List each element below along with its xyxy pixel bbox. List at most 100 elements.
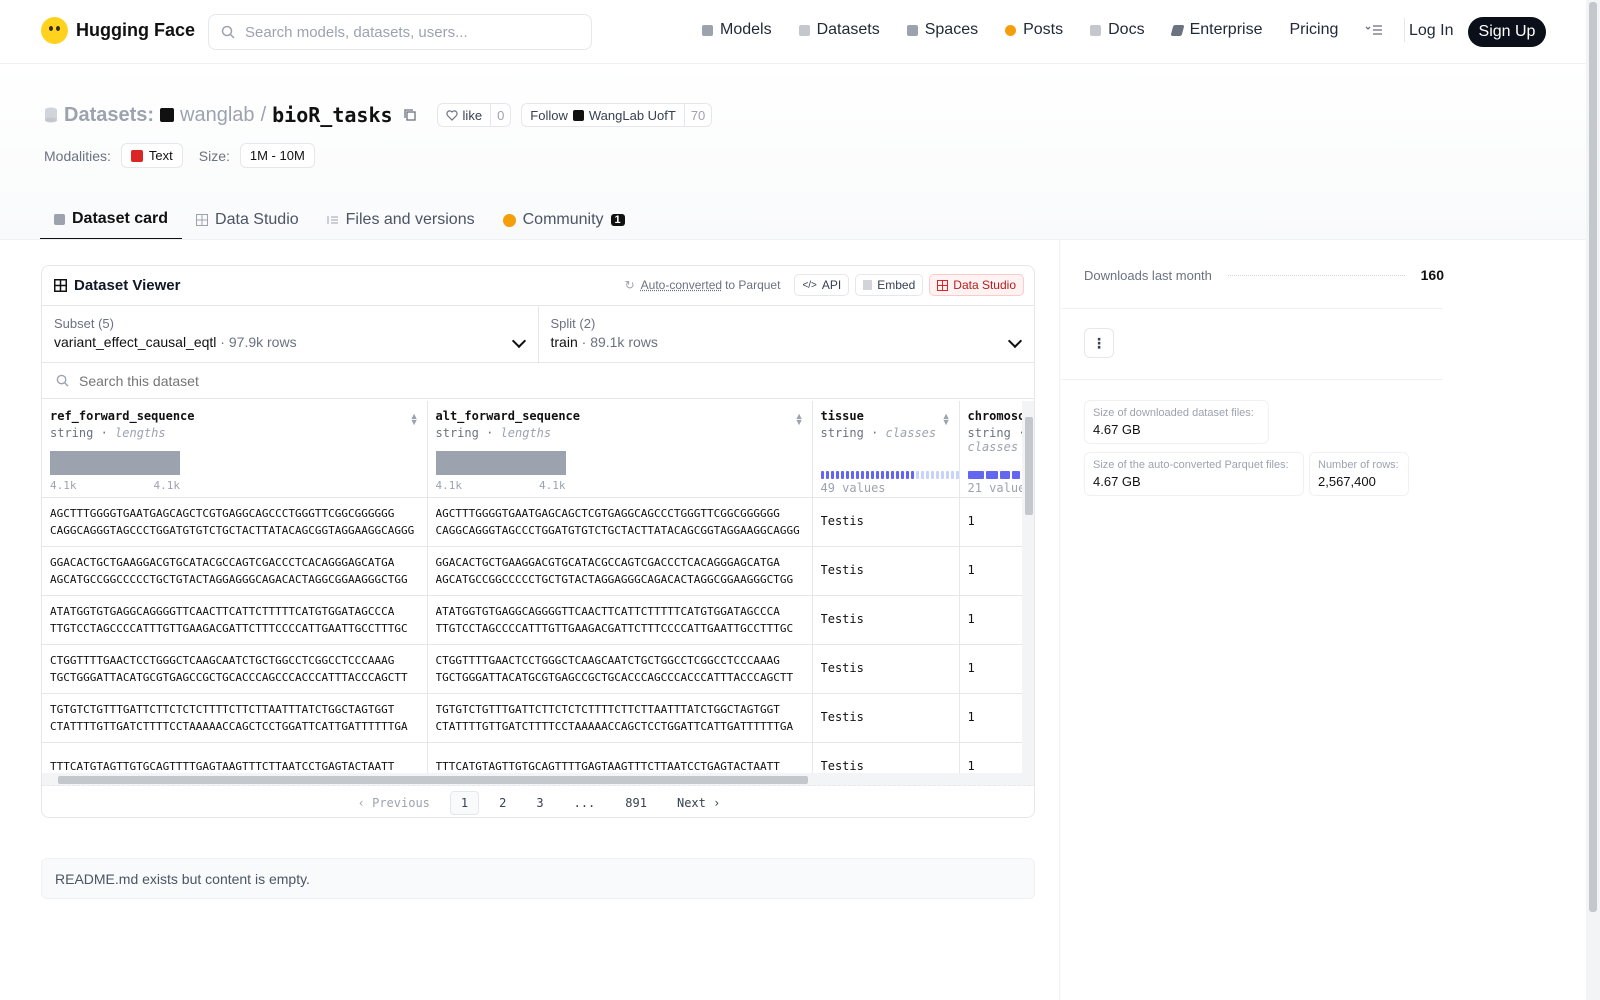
cell-text: Testis — [820, 514, 864, 528]
follow-button[interactable]: Follow WangLab UofT 70 — [521, 103, 713, 127]
tab-dataset-card[interactable]: Dataset card — [40, 200, 183, 240]
auto-converted-link[interactable]: Auto-converted — [641, 278, 722, 292]
table-cell[interactable]: Testis — [812, 693, 960, 743]
nav-pricing[interactable]: Pricing — [1289, 21, 1338, 39]
dataset-search-input[interactable] — [79, 372, 479, 389]
length-histogram[interactable] — [435, 451, 566, 475]
scroll-thumb[interactable] — [1589, 2, 1597, 912]
class-segment — [860, 471, 864, 479]
breadcrumb-org[interactable]: wanglab — [180, 104, 255, 127]
column-header-alt-forward-sequence[interactable]: alt_forward_sequence string · lengths 4.… — [427, 401, 813, 498]
table-cell[interactable]: Testis — [812, 742, 960, 773]
table-cell[interactable]: 1 — [959, 546, 1022, 596]
page-2-button[interactable]: 2 — [489, 792, 516, 814]
table-row[interactable]: TTTCATGTAGTTGTGCAGTTTTGAGTAAGTTTCTTAATCC… — [42, 742, 1022, 773]
nav-datasets[interactable]: Datasets — [798, 21, 880, 39]
table-cell[interactable]: TTTCATGTAGTTGTGCAGTTTTGAGTAAGTTTCTTAATCC… — [42, 742, 428, 773]
table-row[interactable]: CTGGTTTTGAACTCCTGGGCTCAAGCAATCTGCTGGCCTC… — [42, 644, 1022, 694]
table-cell[interactable]: 1 — [959, 644, 1022, 694]
table-cell[interactable]: AGCTTTGGGGTGAATGAGCAGCTCGTGAGGCAGCCCTGGG… — [427, 497, 813, 547]
column-stat: classes — [967, 440, 1019, 454]
dataset-tabs: Dataset card Data Studio Files and versi… — [40, 200, 639, 240]
table-cell[interactable]: Testis — [812, 497, 960, 547]
table-cell[interactable]: 1 — [959, 742, 1022, 773]
hist-min: 4.1k — [435, 479, 463, 492]
table-cell[interactable]: CTGGTTTTGAACTCCTGGGCTCAAGCAATCTGCTGGCCTC… — [427, 644, 813, 694]
scroll-thumb[interactable] — [1025, 417, 1033, 515]
nav-models[interactable]: Models — [702, 21, 772, 39]
table-cell[interactable]: TGTGTCTGTTTGATTCTTCTCTCTTTTCTTCTTAATTTAT… — [42, 693, 428, 743]
dataset-name[interactable]: bioR_tasks — [272, 103, 392, 127]
subset-label: Subset (5) — [54, 316, 114, 331]
length-histogram[interactable] — [50, 451, 180, 475]
table-cell[interactable]: Testis — [812, 644, 960, 694]
table-cell[interactable]: 1 — [959, 497, 1022, 547]
table-horizontal-scrollbar[interactable] — [42, 773, 1034, 786]
class-segment — [845, 471, 849, 479]
tab-files[interactable]: Files and versions — [313, 200, 489, 240]
scroll-thumb[interactable] — [58, 776, 808, 784]
column-header-ref-forward-sequence[interactable]: ref_forward_sequence string · lengths 4.… — [42, 401, 428, 498]
table-cell[interactable]: TTTCATGTAGTTGTGCAGTTTTGAGTAAGTTTCTTAATCC… — [427, 742, 813, 773]
table-cell[interactable]: ATATGGTGTGAGGCAGGGGTTCAACTTCATTCTTTTTCAT… — [427, 595, 813, 645]
nav-docs[interactable]: Docs — [1090, 21, 1145, 39]
sort-icon[interactable]: ▲ ▼ — [942, 412, 951, 427]
class-distribution-bar[interactable] — [967, 471, 1020, 479]
brand-logo[interactable]: Hugging Face — [41, 17, 195, 44]
page-scrollbar[interactable] — [1586, 0, 1600, 1000]
tab-data-studio[interactable]: Data Studio — [182, 200, 313, 240]
table-cell[interactable]: 1 — [959, 595, 1022, 645]
subset-select[interactable]: Subset (5) variant_effect_causal_eqtl · … — [42, 306, 539, 362]
signup-button[interactable]: Sign Up — [1468, 17, 1546, 47]
tab-community[interactable]: Community 1 — [489, 200, 639, 240]
next-page-button[interactable]: Next › — [667, 792, 730, 814]
modality-tag[interactable]: Text — [120, 143, 183, 168]
table-row[interactable]: ATATGGTGTGAGGCAGGGGTTCAACTTCATTCTTTTTCAT… — [42, 595, 1022, 645]
previous-page-button[interactable]: ‹ Previous — [348, 792, 440, 814]
global-search[interactable] — [208, 14, 592, 50]
table-row[interactable]: TGTGTCTGTTTGATTCTTCTCTCTTTTCTTCTTAATTTAT… — [42, 693, 1022, 743]
dataset-search[interactable] — [42, 363, 1034, 399]
nav-spaces[interactable]: Spaces — [906, 21, 978, 39]
nav-enterprise[interactable]: Enterprise — [1170, 21, 1262, 39]
table-cell[interactable]: AGCTTTGGGGTGAATGAGCAGCTCGTGAGGCAGCCCTGGG… — [42, 497, 428, 547]
global-search-input[interactable] — [245, 23, 565, 41]
table-vertical-scrollbar[interactable] — [1022, 401, 1034, 773]
table-cell[interactable]: ATATGGTGTGAGGCAGGGGTTCAACTTCATTCTTTTTCAT… — [42, 595, 428, 645]
downloads-stat: Downloads last month 160 — [1084, 267, 1444, 283]
split-select[interactable]: Split (2) train · 89.1k rows — [539, 306, 1035, 362]
breadcrumb-section[interactable]: Datasets: — [64, 104, 154, 127]
table-cell[interactable]: Testis — [812, 546, 960, 596]
table-cell[interactable]: 1 — [959, 693, 1022, 743]
cell-text: AGCTTTGGGGTGAATGAGCAGCTCGTGAGGCAGCCCTGGG… — [435, 506, 780, 520]
like-button[interactable]: like 0 — [436, 103, 512, 127]
page-last-button[interactable]: 891 — [615, 792, 657, 814]
menu-icon — [1365, 25, 1383, 35]
data-studio-button[interactable]: Data Studio — [929, 274, 1024, 296]
column-header-chromosome[interactable]: chromosome string · classes 21 values — [959, 401, 1022, 498]
column-header-tissue[interactable]: tissue string · classes 49 values ▲ ▼ — [812, 401, 960, 498]
embed-button[interactable]: Embed — [855, 274, 924, 296]
org-avatar — [160, 108, 175, 122]
class-distribution-bar[interactable] — [820, 471, 959, 479]
class-segment — [945, 471, 949, 479]
table-cell[interactable]: GGACACTGCTGAAGGACGTGCATACGCCAGTCGACCCTCA… — [427, 546, 813, 596]
page-1-button[interactable]: 1 — [449, 791, 480, 815]
table-cell[interactable]: CTGGTTTTGAACTCCTGGGCTCAAGCAATCTGCTGGCCTC… — [42, 644, 428, 694]
nav-posts[interactable]: Posts — [1005, 21, 1063, 39]
page-3-button[interactable]: 3 — [526, 792, 553, 814]
table-cell[interactable]: Testis — [812, 595, 960, 645]
sort-icon[interactable]: ▲ ▼ — [410, 412, 419, 427]
table-row[interactable]: GGACACTGCTGAAGGACGTGCATACGCCAGTCGACCCTCA… — [42, 546, 1022, 596]
api-button[interactable]: </> API — [794, 274, 850, 296]
size-tag[interactable]: 1M - 10M — [239, 143, 315, 168]
class-segment — [999, 471, 1010, 479]
more-menu-button[interactable] — [1365, 24, 1383, 36]
more-options-button[interactable]: ⋮ — [1084, 328, 1114, 358]
login-button[interactable]: Log In — [1409, 22, 1453, 40]
table-cell[interactable]: GGACACTGCTGAAGGACGTGCATACGCCAGTCGACCCTCA… — [42, 546, 428, 596]
copy-icon[interactable] — [403, 108, 417, 122]
table-cell[interactable]: TGTGTCTGTTTGATTCTTCTCTCTTTTCTTCTTAATTTAT… — [427, 693, 813, 743]
sort-icon[interactable]: ▲ ▼ — [795, 412, 804, 427]
table-row[interactable]: AGCTTTGGGGTGAATGAGCAGCTCGTGAGGCAGCCCTGGG… — [42, 497, 1022, 547]
